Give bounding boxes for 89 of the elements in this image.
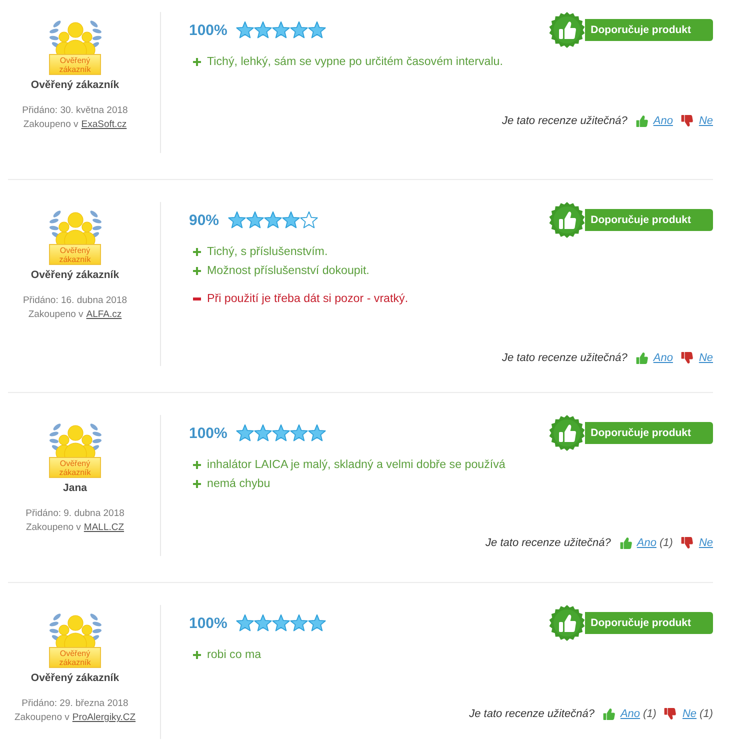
thumbs-down-icon	[680, 537, 693, 549]
star-icon	[272, 21, 290, 39]
con-text: Při použití je třeba dát si pozor - vratký.	[207, 292, 408, 305]
pro-text: Tichý, lehký, sám se vypne po určitém časovém intervalu.	[207, 55, 503, 68]
star-icon	[236, 614, 254, 632]
plus-icon	[193, 650, 201, 658]
verified-badge-label: Ověřený zákazník	[49, 54, 101, 75]
yes-link[interactable]: Ano	[653, 115, 673, 127]
pro-text: robi co ma	[207, 648, 262, 661]
star-icon	[290, 424, 308, 442]
plus-icon	[193, 480, 201, 488]
no-count: (1)	[700, 708, 713, 720]
rating-percent: 100%	[189, 614, 228, 632]
star-icon	[290, 614, 308, 632]
thumbs-up-icon	[620, 537, 632, 549]
pro-text: Tichý, s příslušenstvím.	[207, 245, 328, 258]
yes-count: (1)	[643, 708, 656, 720]
helpful-question: Je tato recenze užitečná?	[502, 352, 628, 364]
added-date: Přidáno: 30. května 2018	[22, 104, 128, 118]
star-icon	[308, 21, 326, 39]
star-icon	[236, 424, 254, 442]
pro-text: inhalátor LAICA je malý, skladný a velmi dobře se používá	[207, 458, 506, 471]
purchased-label: Zakoupeno v	[26, 521, 81, 535]
helpful-question: Je tato recenze užitečná?	[486, 537, 611, 549]
star-icon	[272, 614, 290, 632]
verified-badge-label: Ověřený zákazník	[49, 457, 101, 478]
pro-text: nemá chybu	[207, 477, 270, 490]
yes-link[interactable]: Ano	[620, 708, 640, 720]
rating-percent: 90%	[189, 212, 220, 228]
shop-link[interactable]: MALL.CZ	[84, 521, 124, 535]
yes-link[interactable]: Ano	[653, 352, 673, 364]
plus-icon	[193, 58, 201, 66]
star-outline-icon	[300, 211, 318, 229]
recommend-label: Doporučuje produkt	[584, 422, 713, 444]
star-icon	[264, 211, 282, 229]
star-icon	[228, 211, 246, 229]
thumbs-down-icon	[664, 708, 676, 720]
recommend-label: Doporučuje produkt	[584, 612, 713, 634]
shop-link[interactable]: ExaSoft.cz	[81, 118, 127, 132]
thumbs-up-seal-icon	[548, 415, 585, 451]
star-icon	[254, 614, 272, 632]
thumbs-up-icon	[636, 115, 648, 127]
purchased-label: Zakoupeno v	[14, 711, 70, 725]
star-icon	[290, 21, 308, 39]
pro-text: Možnost příslušenství dokoupit.	[207, 264, 370, 277]
yes-link[interactable]: Ano	[636, 537, 656, 549]
shop-link[interactable]: ProAlergiky.CZ	[72, 711, 136, 725]
author-name: Jana	[63, 481, 87, 495]
no-link[interactable]: Ne	[698, 115, 713, 127]
star-icon	[308, 424, 326, 442]
rating-percent: 100%	[189, 22, 228, 38]
star-icon	[308, 614, 326, 632]
star-icon	[272, 424, 290, 442]
verified-badge-label: Ověřený zákazník	[49, 244, 101, 265]
recommend-label: Doporučuje produkt	[584, 209, 713, 231]
recommend-label: Doporučuje produkt	[584, 19, 713, 41]
rating-percent: 100%	[189, 424, 228, 442]
shop-link[interactable]: ALFA.cz	[86, 308, 122, 322]
no-link[interactable]: Ne	[682, 708, 697, 720]
thumbs-up-seal-icon	[548, 12, 585, 48]
added-date: Přidáno: 29. března 2018	[22, 697, 128, 711]
star-icon	[282, 211, 300, 229]
plus-icon	[193, 460, 201, 468]
author-name: Ověřený zákazník	[30, 671, 120, 685]
helpful-question: Je tato recenze užitečná?	[502, 115, 628, 127]
star-icon	[236, 21, 254, 39]
plus-icon	[193, 266, 201, 274]
added-date: Přidáno: 9. dubna 2018	[26, 507, 124, 521]
star-icon	[246, 211, 264, 229]
added-date: Přidáno: 16. dubna 2018	[22, 294, 128, 308]
author-name: Ověřený zákazník	[30, 268, 120, 282]
star-icon	[254, 424, 272, 442]
purchased-label: Zakoupeno v	[23, 118, 78, 132]
thumbs-up-icon	[636, 352, 648, 364]
star-icon	[254, 21, 272, 39]
plus-icon	[193, 248, 201, 256]
no-link[interactable]: Ne	[698, 537, 713, 549]
thumbs-down-icon	[680, 115, 693, 127]
thumbs-down-icon	[680, 352, 693, 364]
thumbs-up-seal-icon	[548, 605, 585, 641]
verified-badge-label: Ověřený zákazník	[49, 647, 101, 668]
yes-count: (1)	[659, 537, 673, 549]
no-link[interactable]: Ne	[698, 352, 713, 364]
author-name: Ověřený zákazník	[30, 78, 120, 92]
purchased-label: Zakoupeno v	[28, 308, 84, 322]
thumbs-up-icon	[603, 708, 616, 720]
helpful-question: Je tato recenze užitečná?	[469, 708, 594, 720]
minus-icon	[193, 294, 201, 302]
thumbs-up-seal-icon	[548, 202, 585, 238]
